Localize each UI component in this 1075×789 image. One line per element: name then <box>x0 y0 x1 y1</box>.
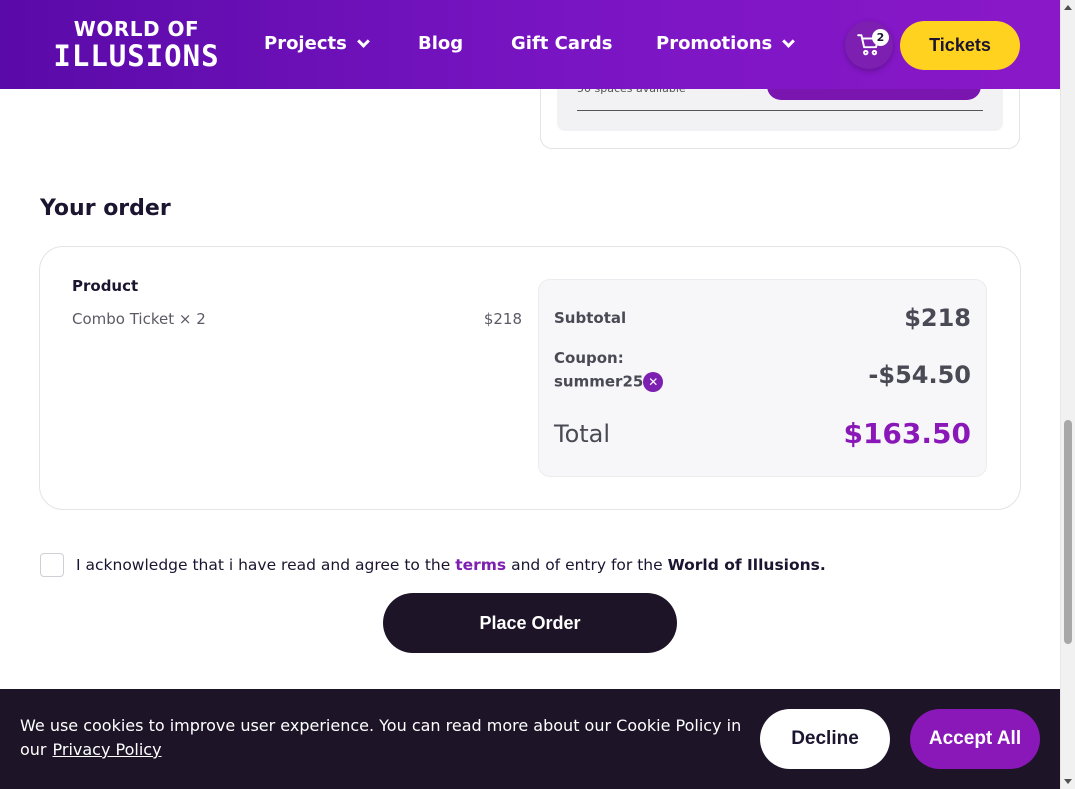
nav-projects[interactable]: Projects <box>264 33 370 54</box>
total-label: Total <box>554 420 611 448</box>
terms-acknowledgement: I acknowledge that i have read and agree… <box>40 553 826 577</box>
nav-blog-label: Blog <box>418 33 464 54</box>
product-header: Product <box>72 277 139 295</box>
cookie-text: We use cookies to improve user experienc… <box>20 714 750 762</box>
terms-text-before: I acknowledge that i have read and agree… <box>76 556 451 574</box>
cart-button[interactable]: 2 <box>845 21 893 69</box>
coupon-code-row: summer25 ✕ <box>554 372 664 392</box>
nav-blog[interactable]: Blog <box>418 33 463 54</box>
place-order-button[interactable]: Place Order <box>383 593 677 653</box>
terms-checkbox[interactable] <box>40 553 64 577</box>
product-price: $218 <box>483 310 522 328</box>
accept-cookies-button[interactable]: Accept All <box>910 709 1040 769</box>
nav-projects-label: Projects <box>264 33 347 54</box>
divider <box>577 110 983 111</box>
tickets-button[interactable]: Tickets <box>900 21 1020 70</box>
coupon-code: summer25 <box>554 372 644 391</box>
site-header: WORLD OF ILLUSIONS Projects Blog Gift Ca… <box>0 0 1060 89</box>
site-logo[interactable]: WORLD OF ILLUSIONS <box>39 18 234 71</box>
cookie-banner: We use cookies to improve user experienc… <box>0 689 1060 789</box>
terms-link[interactable]: terms <box>455 556 506 574</box>
coupon-discount: -$54.50 <box>868 361 971 389</box>
total-value: $163.50 <box>843 417 971 450</box>
order-summary: Subtotal $218 Coupon: summer25 ✕ -$54.50 … <box>538 279 987 477</box>
subtotal-label: Subtotal <box>554 309 627 327</box>
decline-cookies-button[interactable]: Decline <box>760 709 890 769</box>
order-box: Product Combo Ticket × 2 $218 Subtotal $… <box>39 246 1021 510</box>
nav-gift-cards[interactable]: Gift Cards <box>511 33 612 54</box>
product-name: Combo Ticket × 2 <box>72 310 206 328</box>
subtotal-value: $218 <box>904 304 971 332</box>
scroll-down-icon[interactable] <box>1064 779 1072 784</box>
terms-brand: World of Illusions. <box>667 556 826 574</box>
chevron-down-icon <box>356 34 370 48</box>
scroll-up-icon[interactable] <box>1064 5 1072 10</box>
page-scrollbar[interactable] <box>1060 0 1075 789</box>
logo-line-1: WORLD OF <box>73 17 200 41</box>
terms-text: I acknowledge that i have read and agree… <box>76 556 826 574</box>
nav-gift-cards-label: Gift Cards <box>511 33 613 54</box>
coupon-label: Coupon: <box>554 349 624 367</box>
chevron-down-icon <box>782 34 796 48</box>
remove-coupon-icon[interactable]: ✕ <box>643 372 664 392</box>
privacy-policy-link[interactable]: Privacy Policy <box>53 740 162 759</box>
scrollbar-thumb[interactable] <box>1064 420 1072 644</box>
logo-line-2: ILLUSIONS <box>53 39 220 73</box>
nav-promotions-label: Promotions <box>656 33 773 54</box>
nav-promotions[interactable]: Promotions <box>656 33 796 54</box>
your-order-title: Your order <box>40 196 171 221</box>
terms-text-middle: and of entry for the <box>511 556 663 574</box>
cart-count-badge: 2 <box>872 29 889 46</box>
